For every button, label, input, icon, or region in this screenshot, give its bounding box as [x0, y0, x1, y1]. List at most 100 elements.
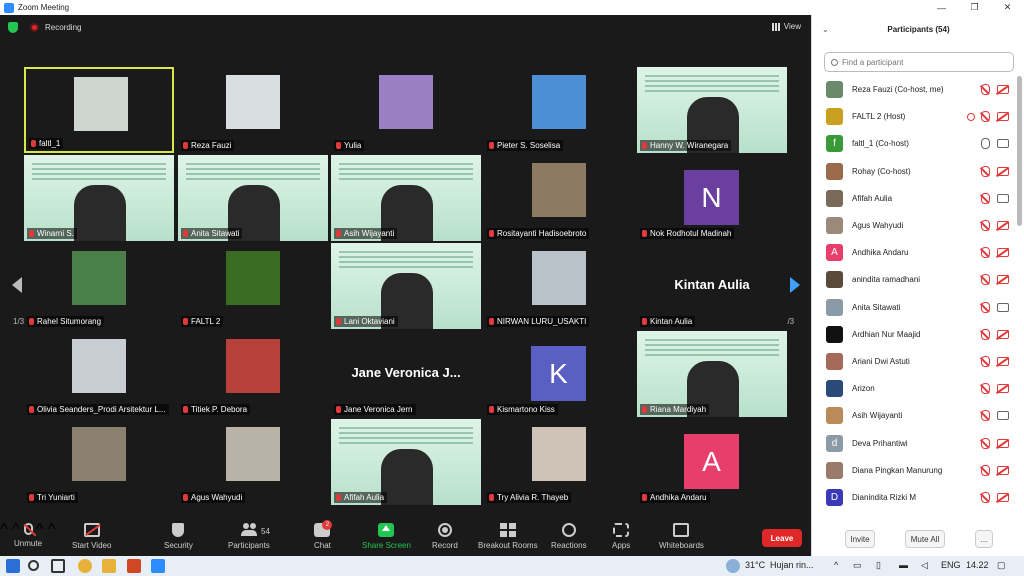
breakout-rooms-button[interactable]: Breakout Rooms	[478, 523, 538, 550]
video-tile[interactable]: FALTL 2	[178, 243, 328, 329]
apps-button[interactable]: Apps	[612, 523, 630, 550]
video-off-icon[interactable]	[997, 492, 1009, 502]
video-tile[interactable]: Rahel Situmorang	[24, 243, 174, 329]
video-on-icon[interactable]	[997, 302, 1009, 312]
participant-row[interactable]: Diana Pingkan Manurung	[812, 457, 1017, 484]
video-tile[interactable]: Yulia	[331, 67, 481, 153]
video-off-icon[interactable]	[997, 438, 1009, 448]
mic-muted-icon[interactable]	[981, 84, 990, 96]
video-on-icon[interactable]	[997, 139, 1009, 149]
invite-button[interactable]: Invite	[845, 530, 875, 548]
maximize-button[interactable]: ❐	[958, 0, 991, 15]
video-off-icon[interactable]	[997, 384, 1009, 394]
participant-list-scrollbar[interactable]	[1017, 76, 1022, 226]
reactions-button[interactable]: Reactions	[551, 523, 587, 550]
video-tile[interactable]: Jane Veronica J... Jane Veronica Jern	[331, 331, 481, 417]
participant-row[interactable]: FALTL 2 (Host)	[812, 103, 1017, 130]
participant-search[interactable]	[824, 52, 1014, 72]
video-tile[interactable]: Riana Mardiyah	[637, 331, 787, 417]
participant-row[interactable]: anindita ramadhani	[812, 266, 1017, 293]
mic-muted-icon[interactable]	[981, 437, 990, 449]
video-tile[interactable]: Afifah Aulia	[331, 419, 481, 505]
mic-muted-icon[interactable]	[981, 355, 990, 367]
mic-muted-icon[interactable]	[981, 192, 990, 204]
video-tile[interactable]: Pieter S. Soselisa	[484, 67, 634, 153]
video-off-icon[interactable]	[997, 85, 1009, 95]
video-off-icon[interactable]	[997, 248, 1009, 258]
participant-search-input[interactable]	[842, 57, 1002, 67]
language-indicator[interactable]: ENG	[941, 560, 961, 570]
mic-muted-icon[interactable]	[981, 328, 990, 340]
video-tile[interactable]: K Kismartono Kiss	[484, 331, 634, 417]
video-tile[interactable]: Hanny W. Wiranegara	[637, 67, 787, 153]
participant-row[interactable]: f faltl_1 (Co-host)	[812, 130, 1017, 157]
mic-muted-icon[interactable]	[981, 165, 990, 177]
share-options-chevron-icon[interactable]: ^	[48, 521, 56, 538]
video-tile[interactable]: Titiek P. Debora	[178, 331, 328, 417]
clock[interactable]: 14.22	[966, 560, 989, 570]
participant-row[interactable]: d Deva Prihantiwi	[812, 429, 1017, 456]
more-options-button[interactable]: ...	[975, 530, 993, 548]
participant-row[interactable]: Arizon	[812, 375, 1017, 402]
mic-muted-icon[interactable]	[981, 301, 990, 313]
video-tile[interactable]: Lani Oktaviani	[331, 243, 481, 329]
task-view-icon[interactable]	[51, 559, 65, 573]
participant-row[interactable]: Reza Fauzi (Co-host, me)	[812, 76, 1017, 103]
video-tile[interactable]: Winarni S.	[24, 155, 174, 241]
participant-row[interactable]: Ariani Dwi Astuti	[812, 348, 1017, 375]
mic-muted-icon[interactable]	[981, 247, 990, 259]
video-off-icon[interactable]	[997, 275, 1009, 285]
video-off-icon[interactable]	[997, 356, 1009, 366]
start-icon[interactable]	[6, 559, 20, 573]
mic-muted-icon[interactable]	[981, 111, 990, 123]
mic-muted-icon[interactable]	[981, 274, 990, 286]
video-off-icon[interactable]	[997, 112, 1009, 122]
video-tile[interactable]: N Nok Rodhotul Madinah	[637, 155, 787, 241]
participant-row[interactable]: Afifah Aulia	[812, 185, 1017, 212]
video-tile[interactable]: Agus Wahyudi	[178, 419, 328, 505]
close-button[interactable]: ✕	[991, 0, 1024, 15]
participant-row[interactable]: Asih Wijayanti	[812, 402, 1017, 429]
tray-chevron-icon[interactable]: ^	[834, 560, 838, 570]
video-tile[interactable]: NIRWAN LURU_USAKTI	[484, 243, 634, 329]
network-icon[interactable]: ▭	[853, 560, 862, 571]
encryption-shield-icon[interactable]	[8, 22, 18, 33]
volume-icon[interactable]: ◁	[921, 560, 928, 571]
security-button[interactable]: Security	[164, 523, 193, 550]
minimize-button[interactable]: —	[925, 0, 958, 15]
battery-icon[interactable]: ▬	[899, 560, 908, 570]
start-video-button[interactable]: Start Video	[72, 523, 111, 550]
participant-row[interactable]: Rohay (Co-host)	[812, 158, 1017, 185]
notifications-icon[interactable]: ▢	[997, 560, 1006, 571]
video-tile[interactable]: Rositayanti Hadisoebroto	[484, 155, 634, 241]
video-tile[interactable]: faltl_1	[24, 67, 174, 153]
next-page-arrow-icon[interactable]	[786, 273, 802, 297]
participant-row[interactable]: Agus Wahyudi	[812, 212, 1017, 239]
participant-row[interactable]: Anita Sitawati	[812, 294, 1017, 321]
leave-button[interactable]: Leave	[762, 529, 802, 547]
whiteboards-button[interactable]: Whiteboards	[659, 523, 704, 550]
participant-row[interactable]: A Andhika Andaru	[812, 239, 1017, 266]
mic-on-icon[interactable]	[981, 138, 990, 150]
video-on-icon[interactable]	[997, 411, 1009, 421]
share-screen-button[interactable]: Share Screen	[362, 523, 411, 550]
mic-muted-icon[interactable]	[981, 383, 990, 395]
video-tile[interactable]: Olivia Seanders_Prodi Arsitektur L...	[24, 331, 174, 417]
chat-button[interactable]: 2 Chat	[314, 520, 333, 550]
video-tile[interactable]: Tri Yuniarti	[24, 419, 174, 505]
video-tile[interactable]: Try Alivia R. Thayeb	[484, 419, 634, 505]
file-explorer-icon[interactable]	[102, 559, 116, 573]
search-taskbar-icon[interactable]	[28, 560, 39, 571]
video-off-icon[interactable]	[997, 465, 1009, 475]
participant-row[interactable]: D Dianindita Rizki M	[812, 484, 1017, 511]
video-on-icon[interactable]	[997, 193, 1009, 203]
video-tile[interactable]: Asih Wijayanti	[331, 155, 481, 241]
unmute-button[interactable]: Unmute	[14, 523, 42, 548]
video-off-icon[interactable]	[997, 329, 1009, 339]
video-tile[interactable]: Reza Fauzi	[178, 67, 328, 153]
participant-row[interactable]: Ardhian Nur Maajid	[812, 321, 1017, 348]
chrome-icon[interactable]	[78, 559, 92, 573]
video-off-icon[interactable]	[997, 166, 1009, 176]
audio-options-chevron-icon[interactable]: ^	[0, 521, 8, 538]
display-icon[interactable]: ▯	[876, 560, 881, 571]
